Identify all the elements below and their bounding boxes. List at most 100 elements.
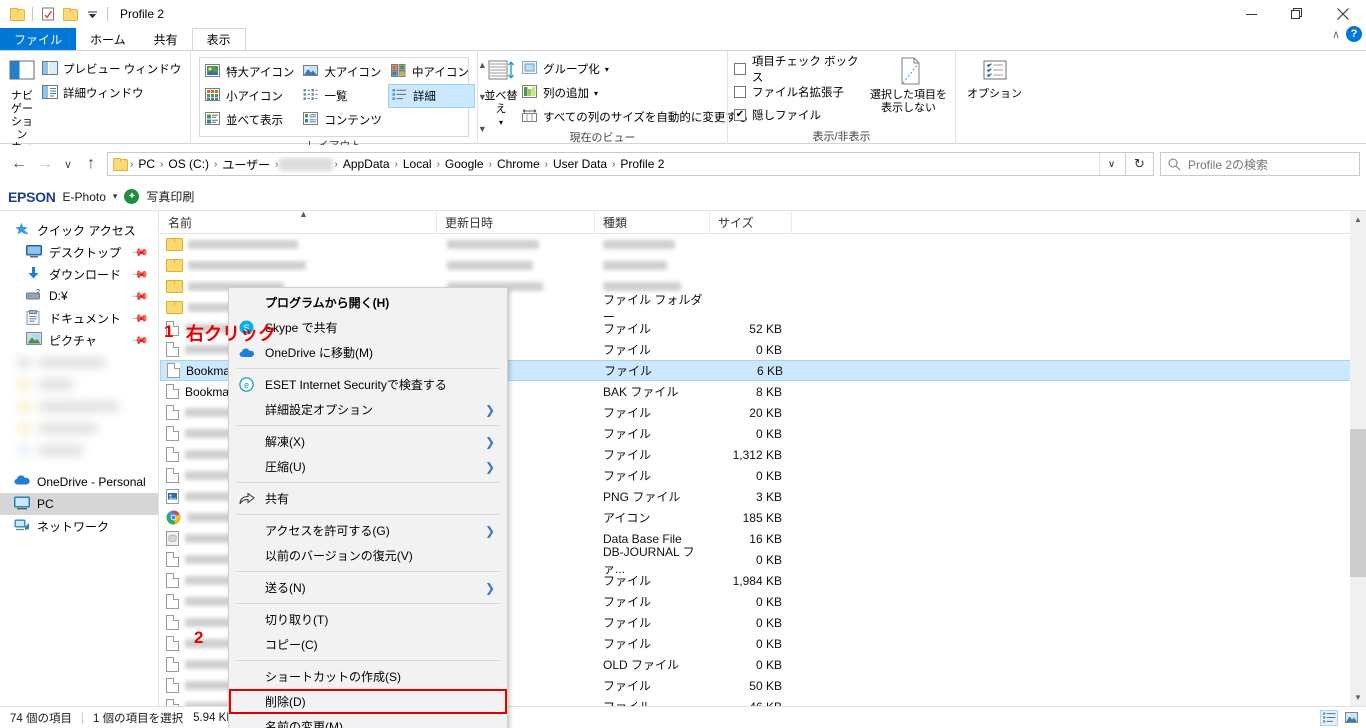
layout-large-icons[interactable]: 大アイコン [300, 60, 388, 84]
menu-item[interactable]: 送る(N) ❯ [229, 575, 507, 600]
sidebar-item-documents[interactable]: ドキュメント 📌 [0, 307, 158, 329]
tab-share[interactable]: 共有 [140, 28, 192, 50]
breadcrumb-username-redacted[interactable] [279, 157, 334, 171]
address-dropdown-icon[interactable]: ∨ [1099, 153, 1123, 175]
item-checkboxes-checkbox[interactable] [734, 62, 746, 75]
large-icons-view-button[interactable] [1342, 710, 1360, 726]
chevron-down-icon[interactable]: ▾ [113, 191, 118, 202]
customize-caret-icon[interactable] [81, 3, 103, 25]
epson-photo-print-button[interactable]: 写真印刷 [146, 188, 194, 205]
sidebar-item-drive-d[interactable]: ? D:¥ 📌 [0, 285, 158, 307]
layout-details[interactable]: 詳細 [387, 84, 475, 108]
group-by-caret-icon[interactable]: ▾ [605, 65, 609, 74]
menu-item[interactable]: 削除(D) [229, 689, 507, 714]
details-view-button[interactable] [1320, 709, 1338, 726]
address-input[interactable]: › PC › OS (C:) › ユーザー › › AppData › Loca… [107, 152, 1126, 176]
sidebar-item-network[interactable]: ネットワーク [0, 515, 158, 537]
sidebar-item-pictures[interactable]: ピクチャ 📌 [0, 329, 158, 351]
file-extensions-option[interactable]: ファイル名拡張子 [734, 80, 868, 103]
tab-home[interactable]: ホーム [76, 28, 140, 50]
menu-item[interactable]: 圧縮(U) ❯ [229, 454, 507, 479]
column-header-date-modified[interactable]: 更新日時 [437, 211, 595, 234]
pin-icon[interactable]: 📌 [131, 331, 150, 349]
column-header-type[interactable]: 種類 [595, 211, 710, 234]
breadcrumb-pc[interactable]: PC [134, 157, 159, 171]
layout-content[interactable]: コンテンツ [300, 108, 388, 132]
add-columns-caret-icon[interactable]: ▾ [594, 89, 598, 98]
recent-locations-button[interactable]: ∨ [58, 149, 78, 179]
hide-selected-items-button[interactable]: 選択した項目を 表示しない [868, 54, 949, 115]
scroll-up-button[interactable]: ▲ [1350, 211, 1366, 228]
sidebar-item-quick-access[interactable]: クイック アクセス [0, 219, 158, 241]
breadcrumb-local[interactable]: Local [399, 157, 436, 171]
size-all-columns-button[interactable]: すべての列のサイズを自動的に変更する [518, 106, 752, 128]
layout-tiles[interactable]: 並べて表示 [202, 108, 300, 132]
menu-item[interactable]: 詳細設定オプション ❯ [229, 397, 507, 422]
preview-pane-button[interactable]: プレビュー ウィンドウ [38, 58, 185, 80]
details-pane-button[interactable]: 詳細ウィンドウ [38, 82, 185, 104]
folder-icon[interactable] [6, 3, 28, 25]
sidebar-item-pc[interactable]: PC [0, 493, 158, 515]
table-row[interactable] [160, 255, 1366, 276]
scrollbar-thumb[interactable] [1350, 429, 1366, 577]
vertical-scrollbar[interactable]: ▲ ▼ [1350, 211, 1366, 706]
search-input[interactable]: Profile 2の検索 [1160, 152, 1360, 176]
sidebar-item-desktop[interactable]: デスクトップ 📌 [0, 241, 158, 263]
item-checkboxes-option[interactable]: 項目チェック ボックス [734, 56, 868, 84]
menu-item[interactable]: プログラムから開く(H) [229, 290, 507, 315]
maximize-button[interactable] [1274, 0, 1320, 28]
breadcrumb-google[interactable]: Google [441, 157, 488, 171]
layout-list[interactable]: 一覧 [300, 84, 388, 108]
menu-item[interactable]: ショートカットの作成(S) [229, 664, 507, 689]
tab-file[interactable]: ファイル [0, 28, 77, 50]
sidebar-item-downloads[interactable]: ダウンロード 📌 [0, 263, 158, 285]
tab-view[interactable]: 表示 [191, 28, 246, 50]
sidebar-item-onedrive[interactable]: OneDrive - Personal [0, 471, 158, 493]
refresh-button[interactable]: ↻ [1126, 152, 1154, 176]
menu-item[interactable]: コピー(C) [229, 632, 507, 657]
pin-icon[interactable]: 📌 [131, 243, 150, 261]
layout-small-icons[interactable]: 小アイコン [202, 84, 300, 108]
menu-item[interactable]: アクセスを許可する(G) ❯ [229, 518, 507, 543]
options-button[interactable]: オプション [962, 55, 1027, 101]
pin-icon[interactable]: 📌 [131, 265, 150, 283]
table-row[interactable] [160, 234, 1366, 255]
context-menu[interactable]: プログラムから開く(H) S Skype で共有 OneDrive に移動(M) e ES… [228, 287, 508, 728]
breadcrumb-users[interactable]: ユーザー [218, 156, 274, 173]
file-extensions-checkbox[interactable] [734, 85, 746, 98]
pin-icon[interactable]: 📌 [131, 287, 150, 305]
pin-icon[interactable]: 📌 [131, 309, 150, 327]
breadcrumb-user-data[interactable]: User Data [549, 157, 611, 171]
new-folder-icon[interactable] [59, 3, 81, 25]
breadcrumb-appdata[interactable]: AppData [339, 157, 394, 171]
properties-icon[interactable] [37, 3, 59, 25]
menu-item[interactable]: e ESET Internet Securityで検査する [229, 372, 507, 397]
menu-item[interactable]: 以前のバージョンの復元(V) [229, 543, 507, 568]
back-button[interactable]: ← [6, 149, 32, 179]
add-columns-button[interactable]: 列の追加 ▾ [518, 82, 752, 104]
breadcrumb-os-c[interactable]: OS (C:) [164, 157, 213, 171]
layout-medium-icons[interactable]: 中アイコン [388, 60, 475, 84]
up-button[interactable]: ↑ [78, 149, 104, 179]
menu-item[interactable]: 解凍(X) ❯ [229, 429, 507, 454]
forward-button[interactable]: → [32, 149, 58, 179]
collapse-ribbon-icon[interactable]: ∧ [1332, 28, 1340, 41]
help-icon[interactable]: ? [1346, 26, 1362, 42]
column-header-size[interactable]: サイズ [710, 211, 792, 234]
layout-extra-large-icons[interactable]: 特大アイコン [202, 60, 300, 84]
breadcrumb-profile-2[interactable]: Profile 2 [616, 157, 668, 171]
minimize-button[interactable] [1228, 0, 1274, 28]
epson-app-name[interactable]: E-Photo [63, 190, 106, 204]
sort-by-caret-icon[interactable]: ▾ [499, 116, 503, 129]
close-button[interactable] [1320, 0, 1366, 28]
menu-item[interactable]: 切り取り(T) [229, 607, 507, 632]
hidden-items-option[interactable]: ✔ 隠しファイル [734, 103, 868, 126]
hidden-items-checkbox[interactable]: ✔ [734, 108, 746, 121]
scroll-down-button[interactable]: ▼ [1350, 689, 1366, 706]
group-by-button[interactable]: グループ化 ▾ [518, 58, 752, 80]
navigation-pane[interactable]: クイック アクセス デスクトップ 📌 ダウンロード 📌 ? D:¥ 📌 ドキュメ… [0, 211, 159, 706]
breadcrumb-chrome[interactable]: Chrome [493, 157, 544, 171]
menu-item[interactable]: 共有 [229, 486, 507, 511]
sort-by-button[interactable]: 並べ替え ▾ [484, 55, 518, 129]
menu-item[interactable]: 名前の変更(M) [229, 714, 507, 728]
